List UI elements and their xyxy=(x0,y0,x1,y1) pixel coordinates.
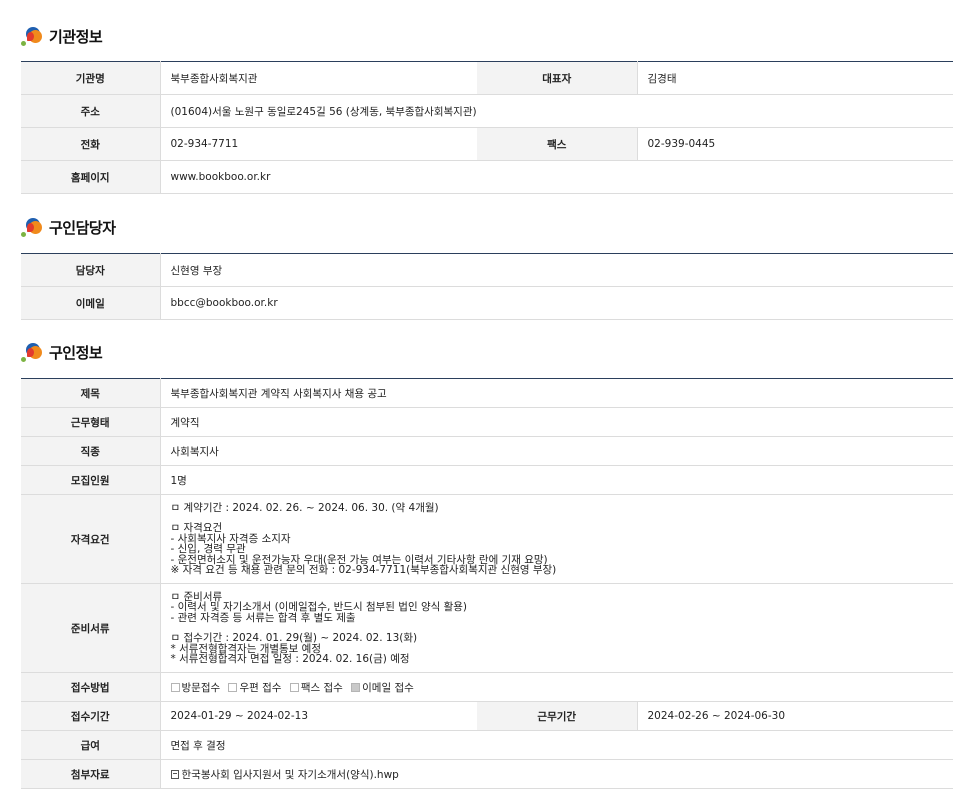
job-docs-label: 준비서류 xyxy=(21,583,161,673)
org-phone-value: 02-934-7711 xyxy=(160,127,477,161)
job-type-value: 계약직 xyxy=(160,407,953,437)
method-option-email: 이메일 접수 xyxy=(351,682,414,694)
contact-info-table: 담당자 신현영 부장 이메일 bbcc@bookboo.or.kr xyxy=(21,253,953,320)
org-fax-value: 02-939-0445 xyxy=(637,127,953,161)
attachment-link[interactable]: 한국봉사회 입사지원서 및 자기소개서(양식).hwp xyxy=(182,769,399,781)
docs-line: - 관련 자격증 등 서류는 합격 후 별도 제출 xyxy=(170,611,356,624)
qual-line: - 신입, 경력 무관 xyxy=(170,543,246,555)
method-option-label: 방문접수 xyxy=(181,681,221,694)
job-title-value: 북부종합사회복지관 계약직 사회복지사 채용 공고 xyxy=(160,378,953,408)
section-title-org: 기관정보 xyxy=(49,27,103,46)
org-home-label: 홈페이지 xyxy=(21,160,161,194)
job-period-value: 2024-01-29 ~ 2024-02-13 xyxy=(160,701,477,731)
docs-line: ㅁ 접수기간 : 2024. 01. 29(월) ~ 2024. 02. 13(… xyxy=(170,632,418,644)
checkbox-checked-icon xyxy=(351,682,361,692)
qual-line: - 사회복지사 자격증 소지자 xyxy=(170,532,291,545)
contact-email-label: 이메일 xyxy=(21,286,161,320)
table-row: 기관명 북부종합사회복지관 대표자 김경태 xyxy=(21,61,953,95)
table-row: 급여 면접 후 결정 xyxy=(21,730,953,760)
job-count-label: 모집인원 xyxy=(21,465,161,495)
section-logo-icon xyxy=(21,216,45,238)
method-option-mail: 우편 접수 xyxy=(228,682,281,694)
table-row: 이메일 bbcc@bookboo.or.kr xyxy=(21,286,953,320)
org-name-value: 북부종합사회복지관 xyxy=(160,61,477,95)
job-occ-value: 사회복지사 xyxy=(160,436,953,466)
job-period-label: 접수기간 xyxy=(21,701,161,731)
method-option-label: 팩스 접수 xyxy=(300,681,343,694)
table-row: 첨부자료 한국봉사회 입사지원서 및 자기소개서(양식).hwp xyxy=(21,759,953,789)
qual-line: ㅁ 자격요건 xyxy=(170,522,223,534)
job-count-value: 1명 xyxy=(160,465,953,495)
method-option-fax: 팩스 접수 xyxy=(289,681,343,694)
job-type-label: 근무형태 xyxy=(21,407,161,437)
org-name-label: 기관명 xyxy=(21,61,161,95)
job-docs-value: ㅁ 준비서류 - 이력서 및 자기소개서 (이메일접수, 반드시 첨부된 법인 … xyxy=(160,583,953,673)
org-addr-value: (01604)서울 노원구 동일로245길 56 (상계동, 북부종합사회복지관… xyxy=(160,94,953,128)
section-logo-icon xyxy=(21,341,45,363)
org-phone-label: 전화 xyxy=(21,127,161,161)
checkbox-unchecked-icon xyxy=(170,682,180,692)
contact-person-label: 담당자 xyxy=(21,253,161,287)
org-rep-label: 대표자 xyxy=(477,61,638,95)
job-info-table: 제목 북부종합사회복지관 계약직 사회복지사 채용 공고 근무형태 계약직 직종… xyxy=(21,378,953,789)
job-qual-value: ㅁ 계약기간 : 2024. 02. 26. ~ 2024. 06. 30. (… xyxy=(160,494,953,584)
job-attach-label: 첨부자료 xyxy=(21,759,161,789)
qual-line: ㅁ 계약기간 : 2024. 02. 26. ~ 2024. 06. 30. (… xyxy=(170,501,439,514)
job-work-value: 2024-02-26 ~ 2024-06-30 xyxy=(637,701,953,731)
table-row: 접수기간 2024-01-29 ~ 2024-02-13 근무기간 2024-0… xyxy=(21,701,953,731)
section-title-contact: 구인담당자 xyxy=(49,218,116,237)
table-row: 직종 사회복지사 xyxy=(21,436,953,466)
job-pay-label: 급여 xyxy=(21,730,161,760)
table-row: 담당자 신현영 부장 xyxy=(21,253,953,287)
org-fax-label: 팩스 xyxy=(477,127,638,161)
table-row: 주소 (01604)서울 노원구 동일로245길 56 (상계동, 북부종합사회… xyxy=(21,94,953,128)
method-option-label: 우편 접수 xyxy=(239,681,282,694)
contact-email-value: bbcc@bookboo.or.kr xyxy=(160,286,953,320)
org-rep-value: 김경태 xyxy=(637,61,953,95)
table-row: 접수방법 방문접수 우편 접수 팩스 접수 이메일 접수 xyxy=(21,672,953,702)
org-home-link[interactable]: www.bookboo.or.kr xyxy=(160,160,953,194)
file-icon xyxy=(170,769,179,779)
job-method-label: 접수방법 xyxy=(21,672,161,702)
org-info-table: 기관명 북부종합사회복지관 대표자 김경태 주소 (01604)서울 노원구 동… xyxy=(21,61,953,194)
table-row: 제목 북부종합사회복지관 계약직 사회복지사 채용 공고 xyxy=(21,378,953,408)
checkbox-unchecked-icon xyxy=(228,682,238,692)
method-option-label: 이메일 접수 xyxy=(362,681,414,694)
job-attach-value: 한국봉사회 입사지원서 및 자기소개서(양식).hwp xyxy=(160,759,953,789)
section-header-contact: 구인담당자 xyxy=(21,215,116,239)
job-occ-label: 직종 xyxy=(21,436,161,466)
table-row: 모집인원 1명 xyxy=(21,465,953,495)
table-row: 전화 02-934-7711 팩스 02-939-0445 xyxy=(21,127,953,161)
docs-line: * 서류전형합격자 면접 일정 : 2024. 02. 16(금) 예정 xyxy=(170,653,410,665)
job-method-value: 방문접수 우편 접수 팩스 접수 이메일 접수 xyxy=(160,672,953,702)
job-title-label: 제목 xyxy=(21,378,161,408)
section-logo-icon xyxy=(21,25,45,47)
qual-line: ※ 자격 요건 등 채용 관련 문의 전화 : 02-934-7711(북부종합… xyxy=(170,564,557,576)
section-header-org: 기관정보 xyxy=(21,24,103,48)
job-work-label: 근무기간 xyxy=(477,701,638,731)
job-pay-value: 면접 후 결정 xyxy=(160,730,953,760)
table-row: 근무형태 계약직 xyxy=(21,407,953,437)
table-row: 자격요건 ㅁ 계약기간 : 2024. 02. 26. ~ 2024. 06. … xyxy=(21,494,953,584)
job-qual-label: 자격요건 xyxy=(21,494,161,584)
docs-line: - 이력서 및 자기소개서 (이메일접수, 반드시 첨부된 법인 양식 활용) xyxy=(170,601,468,613)
table-row: 홈페이지 www.bookboo.or.kr xyxy=(21,160,953,194)
checkbox-unchecked-icon xyxy=(289,682,299,692)
table-row: 준비서류 ㅁ 준비서류 - 이력서 및 자기소개서 (이메일접수, 반드시 첨부… xyxy=(21,583,953,673)
org-addr-label: 주소 xyxy=(21,94,161,128)
method-option-visit: 방문접수 xyxy=(170,681,221,694)
section-title-job: 구인정보 xyxy=(49,343,103,362)
contact-person-value: 신현영 부장 xyxy=(160,253,953,287)
section-header-job: 구인정보 xyxy=(21,340,103,364)
